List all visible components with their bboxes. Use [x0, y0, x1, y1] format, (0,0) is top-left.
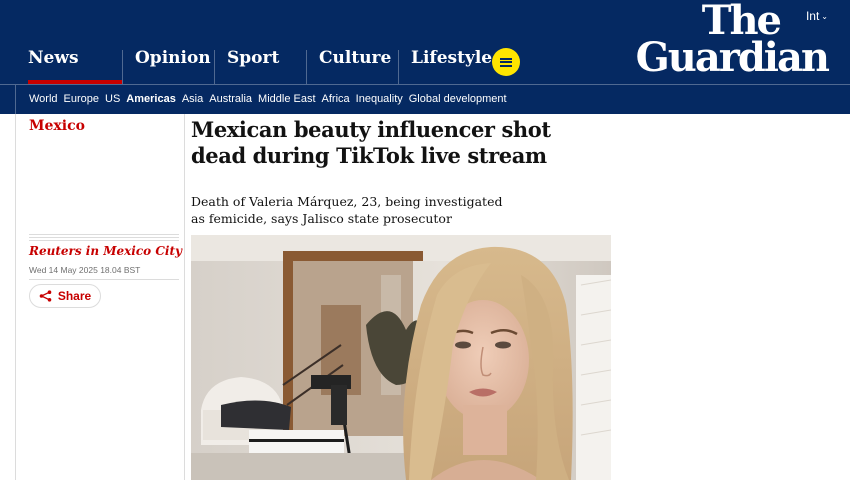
subnav-list: World Europe US Americas Asia Australia … [15, 84, 513, 114]
article-standfirst: Death of Valeria Márquez, 23, being inve… [191, 194, 503, 226]
sub-navigation: World Europe US Americas Asia Australia … [0, 84, 850, 114]
pillar-sport[interactable]: Sport [214, 46, 306, 84]
influencer-photo [191, 235, 611, 480]
meta-divider [29, 234, 179, 235]
share-button[interactable]: Share [29, 284, 101, 308]
meta-divider [29, 240, 179, 241]
subnav-middle-east[interactable]: Middle East [258, 93, 315, 105]
pillar-news[interactable]: News [15, 46, 122, 84]
subnav-africa[interactable]: Africa [322, 93, 350, 105]
pillar-lifestyle[interactable]: Lifestyle [398, 46, 492, 84]
logo-line-2: Guardian [635, 33, 830, 81]
subnav-australia[interactable]: Australia [209, 93, 252, 105]
masthead: Int ⌄ The Guardian News Opinion Sport Cul… [0, 0, 850, 84]
article-headline: Mexican beauty influencer shot dead duri… [191, 117, 551, 168]
subnav-asia[interactable]: Asia [182, 93, 203, 105]
meta-divider [29, 237, 179, 238]
menu-button[interactable] [492, 48, 520, 76]
share-label: Share [57, 289, 92, 303]
section-label[interactable]: Mexico [29, 118, 85, 134]
guardian-logo[interactable]: The Guardian [606, 1, 830, 81]
share-icon [39, 290, 52, 302]
pillar-opinion[interactable]: Opinion [122, 46, 214, 84]
article-main-image[interactable] [191, 235, 611, 480]
byline[interactable]: Reuters in Mexico City [29, 244, 182, 258]
meta-divider [29, 279, 179, 280]
subnav-global-development[interactable]: Global development [409, 93, 507, 105]
publication-date: Wed 14 May 2025 18.04 BST [29, 265, 141, 275]
subnav-us[interactable]: US [105, 93, 120, 105]
pillar-nav: News Opinion Sport Culture Lifestyle [15, 46, 492, 84]
subnav-americas[interactable]: Americas [126, 93, 176, 105]
subnav-europe[interactable]: Europe [64, 93, 99, 105]
subnav-inequality[interactable]: Inequality [356, 93, 403, 105]
article-meta-column: Mexico Reuters in Mexico City Wed 14 May… [15, 114, 185, 480]
hamburger-menu-icon [500, 57, 512, 67]
subnav-world[interactable]: World [29, 93, 58, 105]
pillar-culture[interactable]: Culture [306, 46, 398, 84]
